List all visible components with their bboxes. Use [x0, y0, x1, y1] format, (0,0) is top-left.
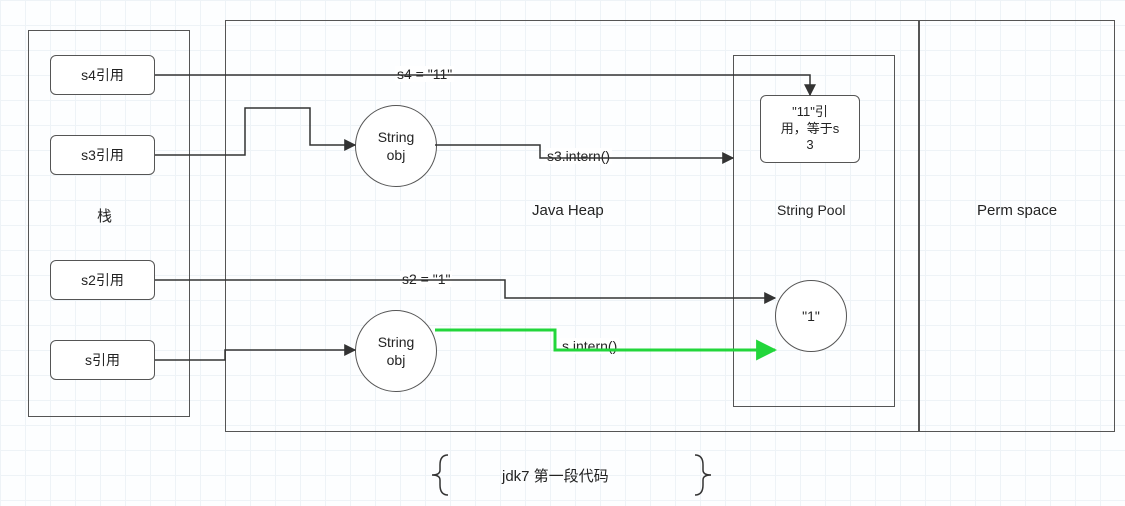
connectors-svg — [0, 0, 1125, 506]
footer-brace-right — [695, 455, 711, 495]
arrow-s-to-stringobj — [155, 350, 355, 360]
arrow-s3-intern — [435, 145, 733, 158]
arrow-s2-to-pool1 — [155, 280, 775, 298]
arrow-s4-to-pool — [155, 75, 810, 95]
arrow-s-intern-green — [435, 330, 775, 350]
footer-brace-left — [432, 455, 448, 495]
arrow-s3-to-stringobj — [155, 108, 355, 155]
